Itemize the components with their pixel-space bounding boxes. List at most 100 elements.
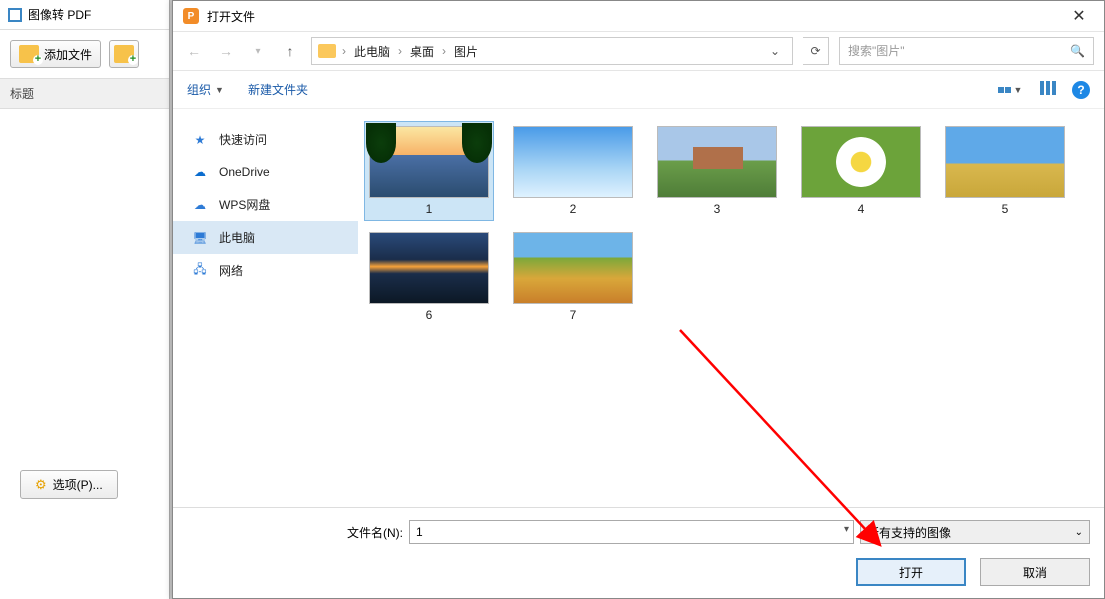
parent-toolbar: 添加文件: [0, 30, 169, 78]
file-thumbnail: [801, 126, 921, 198]
options-label: 选项(P)...: [53, 476, 103, 493]
chevron-right-icon: ›: [442, 44, 446, 58]
file-item[interactable]: 4: [796, 121, 926, 221]
sidebar-item-label: 此电脑: [219, 229, 255, 246]
search-input[interactable]: 🔍: [839, 37, 1094, 65]
forward-button[interactable]: →: [215, 40, 237, 62]
organize-menu[interactable]: 组织 ▼: [187, 81, 224, 98]
chevron-right-icon: ›: [342, 44, 346, 58]
sidebar-item-wps[interactable]: ☁ WPS网盘: [173, 188, 358, 221]
gear-icon: [35, 477, 47, 493]
file-item[interactable]: 2: [508, 121, 638, 221]
folder-add-icon: [114, 45, 134, 63]
pane-icon: [1039, 81, 1057, 98]
file-label: 4: [858, 202, 865, 216]
dialog-title: 打开文件: [207, 8, 255, 25]
file-label: 3: [714, 202, 721, 216]
toolbar: 组织 ▼ 新建文件夹 ▼ ?: [173, 71, 1104, 109]
dialog-body: ★ 快速访问 ☁ OneDrive ☁ WPS网盘 🖥 此电脑 🖧 网络 1 2 3…: [173, 109, 1104, 507]
back-button[interactable]: ←: [183, 40, 205, 62]
image-add-icon: [19, 45, 39, 63]
search-icon: 🔍: [1070, 44, 1085, 58]
new-folder-label: 新建文件夹: [248, 81, 308, 98]
file-thumbnail: [657, 126, 777, 198]
sidebar-item-label: 网络: [219, 262, 243, 279]
preview-pane-button[interactable]: [1034, 79, 1062, 101]
organize-label: 组织: [187, 81, 211, 98]
options-button[interactable]: 选项(P)...: [20, 470, 118, 499]
sidebar-item-thispc[interactable]: 🖥 此电脑: [173, 221, 358, 254]
dialog-app-icon: P: [183, 8, 199, 24]
file-item[interactable]: 3: [652, 121, 782, 221]
file-item[interactable]: 6: [364, 227, 494, 327]
filename-field[interactable]: [416, 521, 847, 543]
chevron-down-icon: ⌄: [1075, 527, 1083, 538]
chevron-right-icon: ›: [398, 44, 402, 58]
filename-label: 文件名(N):: [187, 524, 403, 541]
filename-input[interactable]: ▾: [409, 520, 854, 544]
parent-app-window: 图像转 PDF 添加文件 标题 选项(P)...: [0, 0, 170, 599]
sidebar-item-quick-access[interactable]: ★ 快速访问: [173, 123, 358, 156]
file-label: 1: [426, 202, 433, 216]
breadcrumb-item-pictures[interactable]: 图片: [448, 43, 484, 60]
cloud-icon: ☁: [191, 164, 209, 180]
open-button-label: 打开: [899, 564, 923, 581]
breadcrumb-item-desktop[interactable]: 桌面: [404, 43, 440, 60]
parent-titlebar: 图像转 PDF: [0, 0, 169, 30]
file-item[interactable]: 5: [940, 121, 1070, 221]
cloud-icon: ☁: [191, 197, 209, 213]
file-type-filter[interactable]: 所有支持的图像 ⌄: [860, 520, 1090, 544]
sidebar-item-label: 快速访问: [219, 131, 267, 148]
sidebar-item-label: OneDrive: [219, 165, 270, 179]
star-icon: ★: [191, 132, 209, 148]
up-button[interactable]: ↑: [279, 40, 301, 62]
chevron-down-icon: ▼: [1014, 85, 1023, 95]
navigation-bar: ← → ▾ ↑ › 此电脑 › 桌面 › 图片 ⌄ ⟳ 🔍: [173, 31, 1104, 71]
dialog-titlebar: P 打开文件 ✕: [173, 1, 1104, 31]
add-file-button[interactable]: 添加文件: [10, 40, 101, 68]
parent-app-title: 图像转 PDF: [28, 6, 91, 23]
file-thumbnail: [369, 232, 489, 304]
open-button[interactable]: 打开: [856, 558, 966, 586]
recent-locations-chevron-icon[interactable]: ▾: [247, 40, 269, 62]
breadcrumb[interactable]: › 此电脑 › 桌面 › 图片 ⌄: [311, 37, 793, 65]
search-field[interactable]: [848, 44, 1070, 58]
file-label: 7: [570, 308, 577, 322]
open-file-dialog: P 打开文件 ✕ ← → ▾ ↑ › 此电脑 › 桌面 › 图片 ⌄ ⟳ 🔍 组…: [172, 0, 1105, 599]
sidebar-item-label: WPS网盘: [219, 196, 270, 213]
file-thumbnail: [513, 232, 633, 304]
network-icon: 🖧: [191, 263, 209, 279]
cancel-button-label: 取消: [1023, 564, 1047, 581]
cancel-button[interactable]: 取消: [980, 558, 1090, 586]
chevron-down-icon[interactable]: ▾: [844, 524, 849, 535]
file-thumbnail: [369, 126, 489, 198]
new-folder-button[interactable]: 新建文件夹: [248, 81, 308, 98]
dialog-footer: 文件名(N): ▾ 所有支持的图像 ⌄ 打开 取消: [173, 507, 1104, 598]
sidebar-item-onedrive[interactable]: ☁ OneDrive: [173, 156, 358, 188]
breadcrumb-dropdown-icon[interactable]: ⌄: [764, 44, 786, 58]
sidebar: ★ 快速访问 ☁ OneDrive ☁ WPS网盘 🖥 此电脑 🖧 网络: [173, 109, 358, 507]
file-label: 2: [570, 202, 577, 216]
filter-label: 所有支持的图像: [867, 524, 951, 541]
thumbnails-icon: [998, 87, 1011, 93]
column-header-title[interactable]: 标题: [0, 78, 169, 109]
help-button[interactable]: ?: [1072, 81, 1090, 99]
view-mode-button[interactable]: ▼: [996, 79, 1024, 101]
add-file-label: 添加文件: [44, 46, 92, 63]
file-label: 6: [426, 308, 433, 322]
filename-row: 文件名(N): ▾ 所有支持的图像 ⌄: [187, 520, 1090, 544]
file-item[interactable]: 1: [364, 121, 494, 221]
file-thumbnail: [945, 126, 1065, 198]
file-thumbnail: [513, 126, 633, 198]
add-folder-button[interactable]: [109, 40, 139, 68]
file-item[interactable]: 7: [508, 227, 638, 327]
refresh-button[interactable]: ⟳: [803, 37, 829, 65]
close-icon[interactable]: ✕: [1064, 6, 1094, 26]
sidebar-item-network[interactable]: 🖧 网络: [173, 254, 358, 287]
file-grid[interactable]: 1 2 3 4 5 6 7: [358, 109, 1104, 507]
file-label: 5: [1002, 202, 1009, 216]
breadcrumb-item-thispc[interactable]: 此电脑: [348, 43, 396, 60]
chevron-down-icon: ▼: [215, 85, 224, 95]
monitor-icon: 🖥: [191, 230, 209, 246]
button-row: 打开 取消: [187, 558, 1090, 586]
